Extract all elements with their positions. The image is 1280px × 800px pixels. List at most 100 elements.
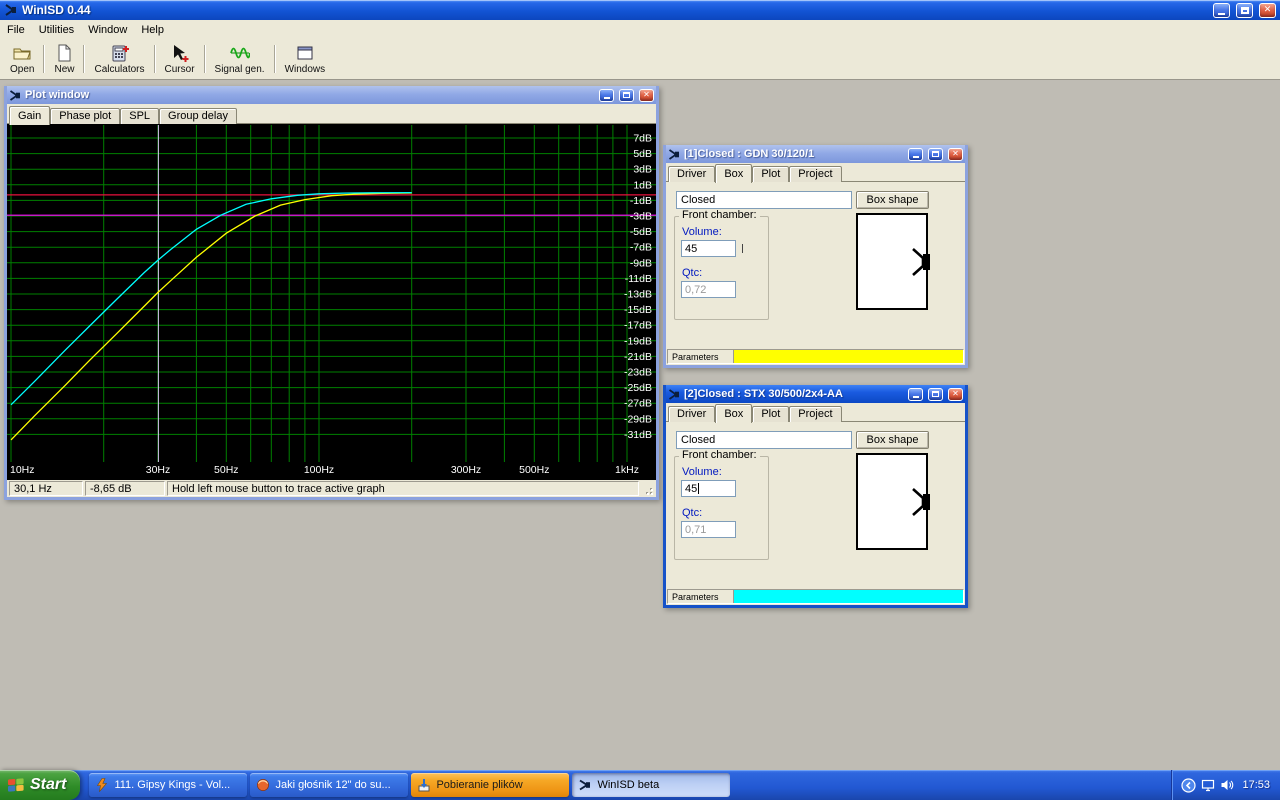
browser-icon <box>256 778 270 792</box>
toolbar-separator <box>204 45 206 73</box>
project-2-close-button[interactable]: ✕ <box>948 388 963 401</box>
task-button-downloads[interactable]: Pobieranie plików <box>411 773 569 797</box>
project-1-tab-plot[interactable]: Plot <box>752 166 789 182</box>
svg-text:300Hz: 300Hz <box>451 464 481 476</box>
open-folder-icon <box>12 43 32 63</box>
project-2-parameters-bar <box>734 590 963 603</box>
volume-tray-icon[interactable] <box>1220 778 1234 792</box>
project-2-tab-box[interactable]: Box <box>715 404 752 423</box>
task-label: Pobieranie plików <box>436 779 522 791</box>
toolbar-label-cursor: Cursor <box>165 64 195 75</box>
svg-text:-11dB: -11dB <box>625 273 652 285</box>
svg-text:-23dB: -23dB <box>624 367 652 379</box>
menu-item-help[interactable]: Help <box>134 21 171 39</box>
project-1-titlebar: [1]Closed : GDN 30/120/1 ✕ <box>666 145 965 163</box>
start-button[interactable]: Start <box>0 770 80 800</box>
gain-chart: 7dB5dB3dB1dB-1dB-3dB-5dB-7dB-9dB-11dB-13… <box>7 124 656 480</box>
plot-minimize-button[interactable] <box>599 89 614 102</box>
calculator-icon <box>110 43 130 63</box>
project-1-box-shape-button[interactable]: Box shape <box>856 191 929 209</box>
project-2-qtc-label: Qtc: <box>682 507 702 519</box>
project-1-title: [1]Closed : GDN 30/120/1 <box>684 148 903 160</box>
main-maximize-button[interactable] <box>1236 3 1253 18</box>
plot-window: Plot window ✕ Gain Phase plot SPL Group … <box>4 86 659 500</box>
svg-text:7dB: 7dB <box>633 133 652 145</box>
download-icon <box>417 778 431 792</box>
svg-text:1kHz: 1kHz <box>615 464 639 476</box>
project-1-maximize-button[interactable] <box>928 148 943 161</box>
main-minimize-button[interactable] <box>1213 3 1230 18</box>
project-1-tab-box[interactable]: Box <box>715 164 752 183</box>
main-close-button[interactable]: ✕ <box>1259 3 1276 18</box>
toolbar-separator <box>274 45 276 73</box>
svg-text:10Hz: 10Hz <box>10 464 35 476</box>
system-tray: 17:53 <box>1171 770 1280 800</box>
menu-item-file[interactable]: File <box>0 21 32 39</box>
svg-text:500Hz: 500Hz <box>519 464 549 476</box>
svg-text:-9dB: -9dB <box>630 257 652 269</box>
project-1-minimize-button[interactable] <box>908 148 923 161</box>
project-2-volume-input[interactable]: 45 <box>681 480 736 497</box>
task-button-browser[interactable]: Jaki głośnik 12" do su... <box>250 773 408 797</box>
toolbar-button-signal-gen[interactable]: Signal gen. <box>208 40 272 78</box>
toolbar-label-windows: Windows <box>285 64 326 75</box>
project-2-tab-driver[interactable]: Driver <box>668 406 715 422</box>
task-label: WinISD beta <box>597 779 659 791</box>
project-2-paramstrip: Parameters <box>667 589 964 604</box>
task-button-gipsy-kings[interactable]: 111. Gipsy Kings - Vol... <box>89 773 247 797</box>
project-2-tab-project[interactable]: Project <box>789 406 841 422</box>
toolbar-button-windows[interactable]: Windows <box>278 40 333 78</box>
project-2-tab-plot[interactable]: Plot <box>752 406 789 422</box>
project-1-qtc-input[interactable]: 0,72 <box>681 281 736 298</box>
menu-item-utilities[interactable]: Utilities <box>32 21 81 39</box>
project-1-box-diagram <box>856 213 928 310</box>
project-1-volume-input[interactable]: 45 <box>681 240 736 257</box>
project-2-box-shape-button[interactable]: Box shape <box>856 431 929 449</box>
resize-grip[interactable] <box>641 483 654 496</box>
project-1-qtc-label: Qtc: <box>682 267 702 279</box>
plot-window-titlebar: Plot window ✕ <box>7 86 656 104</box>
toolbar-button-cursor[interactable]: Cursor <box>158 40 202 78</box>
project-1-close-button[interactable]: ✕ <box>948 148 963 161</box>
tab-phase-plot[interactable]: Phase plot <box>50 108 120 124</box>
menu-item-window[interactable]: Window <box>81 21 134 39</box>
plot-window-title: Plot window <box>25 89 594 101</box>
toolbar-button-calculators[interactable]: Calculators <box>87 40 151 78</box>
plot-close-button[interactable]: ✕ <box>639 89 654 102</box>
toolbar-button-open[interactable]: Open <box>3 40 41 78</box>
project-2-box-type-field[interactable]: Closed <box>676 431 852 449</box>
plot-window-icon <box>9 89 22 102</box>
gain-chart-area[interactable]: 7dB5dB3dB1dB-1dB-3dB-5dB-7dB-9dB-11dB-13… <box>7 124 656 480</box>
project-2-minimize-button[interactable] <box>908 388 923 401</box>
project-1-box-type-field[interactable]: Closed <box>676 191 852 209</box>
project-2-parameters-label[interactable]: Parameters <box>668 590 734 603</box>
task-button-winisd[interactable]: WinISD beta <box>572 773 730 797</box>
project-2-volume-value: 45 <box>685 483 697 495</box>
signal-generator-icon <box>230 43 250 63</box>
tab-gain[interactable]: Gain <box>9 106 50 125</box>
display-tray-icon[interactable] <box>1201 778 1215 792</box>
mdi-workspace: Plot window ✕ Gain Phase plot SPL Group … <box>0 81 1280 770</box>
project-2-qtc-input[interactable]: 0,71 <box>681 521 736 538</box>
project-1-parameters-bar <box>734 350 963 363</box>
toolbar-label-calculators: Calculators <box>94 64 144 75</box>
svg-text:-15dB: -15dB <box>624 304 652 316</box>
svg-text:-17dB: -17dB <box>624 320 652 332</box>
hide-icons-chevron-icon[interactable] <box>1181 778 1196 793</box>
project-2-maximize-button[interactable] <box>928 388 943 401</box>
tab-group-delay[interactable]: Group delay <box>159 108 237 124</box>
toolbar-button-new[interactable]: New <box>47 40 81 78</box>
plot-tabstrip: Gain Phase plot SPL Group delay <box>7 104 656 124</box>
svg-text:-5dB: -5dB <box>630 226 652 238</box>
plot-maximize-button[interactable] <box>619 89 634 102</box>
project-1-tab-project[interactable]: Project <box>789 166 841 182</box>
svg-text:-21dB: -21dB <box>624 351 652 363</box>
project-1-parameters-label[interactable]: Parameters <box>668 350 734 363</box>
svg-text:-19dB: -19dB <box>624 335 652 347</box>
project-1-tab-driver[interactable]: Driver <box>668 166 715 182</box>
project-1-volume-label: Volume: <box>682 226 722 238</box>
main-titlebar: WinISD 0.44 ✕ <box>0 0 1280 20</box>
svg-text:-7dB: -7dB <box>630 242 652 254</box>
tab-spl[interactable]: SPL <box>120 108 159 124</box>
project-2-box-tab-content: Closed Box shape Front chamber: Volume: … <box>666 422 965 589</box>
